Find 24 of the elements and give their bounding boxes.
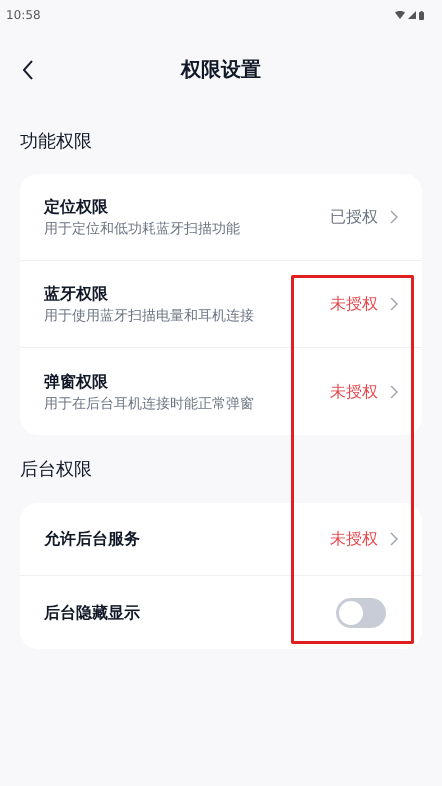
chevron-right-icon [390, 532, 398, 546]
permission-description: 用于定位和低功耗蓝牙扫描功能 [44, 220, 241, 239]
section-title: 后台权限 [20, 458, 92, 482]
battery-icon [419, 10, 424, 20]
permission-title: 允许后台服务 [44, 528, 141, 550]
chevron-right-icon [390, 297, 398, 311]
status-time: 10:58 [6, 7, 41, 24]
permission-status[interactable]: 未授权 [330, 527, 378, 551]
permission-description: 用于使用蓝牙扫描电量和耳机连接 [44, 307, 255, 326]
chevron-right-icon [390, 384, 398, 398]
permission-description: 用于在后台耳机连接时能正常弹窗 [44, 394, 255, 414]
permission-title: 蓝牙权限 [44, 283, 109, 305]
section-title: 功能权限 [20, 130, 92, 154]
page-title: 权限设置 [181, 56, 261, 83]
permission-title: 后台隐藏显示 [44, 602, 141, 624]
permission-status[interactable]: 未授权 [330, 292, 378, 316]
permission-title: 弹窗权限 [44, 370, 109, 392]
permission-status[interactable]: 未授权 [330, 380, 378, 404]
signal-icon [408, 11, 416, 19]
permission-title: 定位权限 [44, 196, 109, 218]
permission-status[interactable]: 已授权 [330, 205, 378, 229]
chevron-right-icon [390, 210, 398, 224]
wifi-icon [395, 11, 405, 19]
toggle-switch[interactable] [336, 598, 386, 628]
